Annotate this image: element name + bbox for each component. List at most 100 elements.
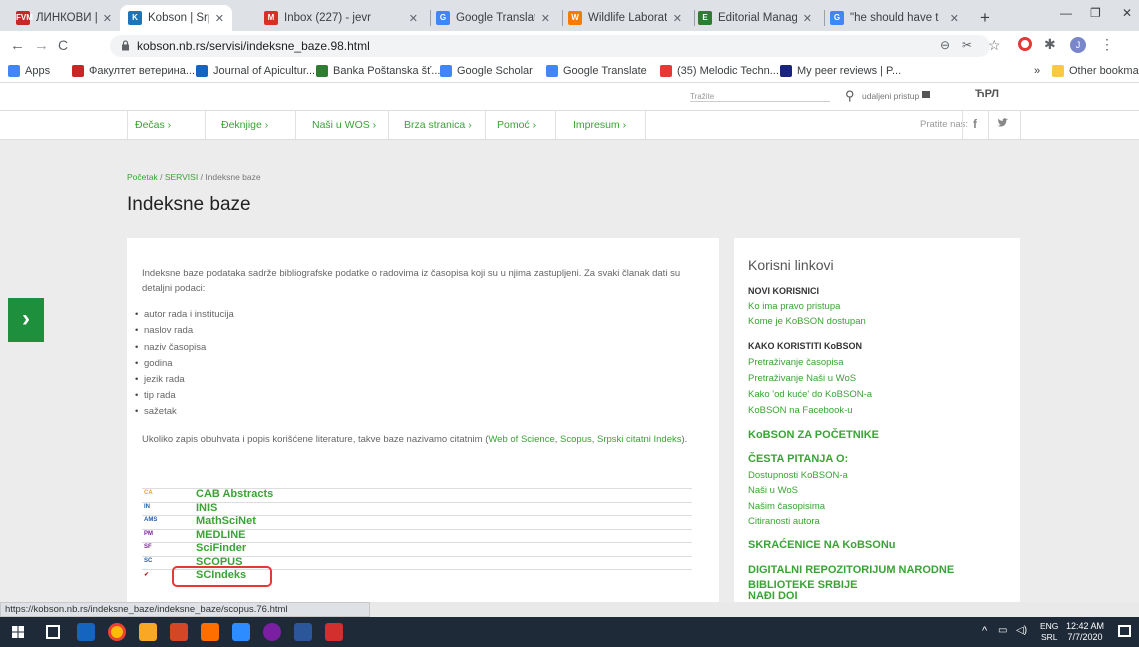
breadcrumb-home[interactable]: Početak: [127, 172, 158, 182]
network-icon[interactable]: ▭: [998, 625, 1007, 636]
tab-close-icon[interactable]: ✕: [803, 12, 812, 25]
new-tab-button[interactable]: +: [980, 8, 990, 28]
browser-tab[interactable]: G "he should have t ✕: [822, 5, 967, 31]
viber-icon[interactable]: [263, 623, 281, 641]
browser-tab[interactable]: M Inbox (227) - jevr ✕: [256, 5, 426, 31]
forward-icon[interactable]: →: [34, 38, 50, 54]
database-link[interactable]: INIS: [196, 502, 217, 514]
bookmark-item[interactable]: (35) Melodic Techn...: [660, 65, 779, 77]
bookmark-item[interactable]: Banka Poštanska šť...: [316, 65, 440, 77]
window-maximize-button[interactable]: ❐: [1090, 6, 1101, 20]
bookmark-item[interactable]: Google Translate: [546, 65, 647, 77]
link-pretrazivanje-casopisa[interactable]: Pretraživanje časopisa: [748, 357, 844, 368]
browser-tab[interactable]: W Wildlife Laborator ✕: [560, 5, 690, 31]
tab-close-icon[interactable]: ✕: [950, 12, 959, 25]
sidebar-toggle-button[interactable]: ›: [8, 298, 44, 342]
link-za-pocetnike[interactable]: KoBSON ZA POČETNIKE: [748, 429, 879, 441]
profile-avatar[interactable]: J: [1070, 37, 1086, 53]
link-facebook[interactable]: KoBSON na Facebook-u: [748, 405, 853, 416]
task-view-icon[interactable]: [46, 625, 60, 639]
database-link[interactable]: MEDLINE: [196, 529, 246, 541]
nav-item-impresum[interactable]: Impresum ›: [573, 119, 626, 131]
window-minimize-button[interactable]: —: [1060, 6, 1072, 20]
tab-close-icon[interactable]: ✕: [409, 12, 418, 25]
powerpoint-icon[interactable]: [170, 623, 188, 641]
other-bookmarks[interactable]: Other bookmarks: [1052, 65, 1139, 77]
citation-link-sci[interactable]: Srpski citatni Indeks: [597, 434, 681, 445]
tab-close-icon[interactable]: ✕: [673, 12, 682, 25]
link-dostupnosti[interactable]: Dostupnosti KoBSON-a: [748, 470, 848, 481]
tab-close-icon[interactable]: ✕: [215, 12, 224, 25]
bookmark-item[interactable]: My peer reviews | P...: [780, 65, 901, 77]
acrobat-icon[interactable]: [325, 623, 343, 641]
link-nadji-doi[interactable]: NAĐI DOI: [748, 590, 798, 602]
chrome-icon[interactable]: [108, 623, 126, 641]
site-search-input[interactable]: Tražite: [690, 92, 830, 102]
nav-item-knjige[interactable]: Đeknjige ›: [221, 119, 268, 131]
tab-close-icon[interactable]: ✕: [541, 12, 550, 25]
volume-icon[interactable]: ◁): [1016, 625, 1027, 636]
link-nasim-casopisima[interactable]: Našim časopisima: [748, 501, 825, 512]
database-row[interactable]: SF SciFinder: [142, 542, 692, 555]
clock[interactable]: 12:42 AM 7/7/2020: [1063, 621, 1107, 643]
menu-icon[interactable]: ⋮: [1100, 36, 1114, 53]
zoom-icon[interactable]: ⊖: [940, 38, 950, 52]
login-icon[interactable]: [922, 91, 930, 98]
tools-icon[interactable]: [201, 623, 219, 641]
url-text[interactable]: kobson.nb.rs/servisi/indeksne_baze.98.ht…: [137, 39, 370, 53]
citation-link-wos[interactable]: Web of Science: [488, 434, 554, 445]
word-icon[interactable]: [294, 623, 312, 641]
language-indicator[interactable]: ENG SRL: [1040, 621, 1058, 643]
search-icon[interactable]: ⚲: [845, 88, 855, 104]
link-citiranosti[interactable]: Citiranosti autora: [748, 516, 820, 527]
bookmark-item[interactable]: Google Scholar: [440, 65, 533, 77]
reload-icon[interactable]: C: [58, 37, 74, 53]
link-skracenice[interactable]: SKRAĆENICE NA KoBSONu: [748, 539, 896, 551]
link-od-kuce[interactable]: Kako 'od kuće' do KoBSON-a: [748, 389, 872, 400]
link-kome-dostupan[interactable]: Kome je KoBSON dostupan: [748, 316, 866, 327]
file-explorer-icon[interactable]: [139, 623, 157, 641]
bookmarks-overflow-button[interactable]: »: [1034, 65, 1040, 77]
database-row[interactable]: IN INIS: [142, 501, 692, 515]
database-link[interactable]: SciFinder: [196, 542, 246, 554]
database-link[interactable]: MathSciNet: [196, 515, 256, 527]
database-row[interactable]: CA CAB Abstracts: [142, 488, 692, 501]
browser-tab[interactable]: E Editorial Manager ✕: [690, 5, 820, 31]
nav-item-brza-stranica[interactable]: Brza stranica ›: [404, 119, 472, 131]
opera-icon[interactable]: [1018, 37, 1032, 51]
breadcrumb-section[interactable]: SERVISI: [165, 172, 198, 182]
tray-chevron-icon[interactable]: ^: [982, 625, 987, 637]
app-icon-generic[interactable]: [77, 623, 95, 641]
remote-access-link[interactable]: udaljeni pristup: [862, 91, 919, 101]
link-pretrazivanje-wos[interactable]: Pretraživanje Naši u WoS: [748, 373, 856, 384]
link-repozitorijum[interactable]: DIGITALNI REPOZITORIJUM NARODNE: [748, 564, 954, 576]
window-close-button[interactable]: ✕: [1122, 6, 1132, 20]
notification-icon[interactable]: [1118, 625, 1131, 637]
extension-icon[interactable]: ✂: [962, 38, 972, 52]
language-link[interactable]: ЋРЛ: [975, 88, 999, 100]
database-link[interactable]: CAB Abstracts: [196, 488, 273, 500]
browser-tab[interactable]: G Google Translate ✕: [428, 5, 558, 31]
database-row[interactable]: PM MEDLINE: [142, 528, 692, 542]
facebook-icon[interactable]: f: [973, 117, 977, 131]
bookmark-item[interactable]: Факултет ветерина...: [72, 65, 195, 77]
bookmark-item[interactable]: Apps: [8, 65, 50, 77]
extensions-icon[interactable]: ✱: [1044, 36, 1056, 53]
back-icon[interactable]: ←: [10, 38, 26, 54]
tab-close-icon[interactable]: ✕: [103, 12, 112, 25]
twitter-icon[interactable]: [997, 117, 1009, 129]
browser-tab[interactable]: K Kobson | Srpski | I ✕: [120, 5, 232, 31]
nav-item-nasi-u-wos[interactable]: Naši u WOS ›: [312, 119, 376, 131]
nav-item-pomoc[interactable]: Pomoć ›: [497, 119, 536, 131]
zoom-app-icon[interactable]: [232, 623, 250, 641]
database-row[interactable]: AMS MathSciNet: [142, 515, 692, 528]
link-ko-ima-pravo[interactable]: Ko ima pravo pristupa: [748, 301, 840, 312]
nav-item-casopisi[interactable]: Đečas ›: [135, 119, 171, 131]
link-nasi-u-wos[interactable]: Naši u WoS: [748, 485, 798, 496]
windows-start-icon[interactable]: [12, 626, 24, 638]
browser-tab[interactable]: FVMЛИНКОВИ | ФВМ ✕: [8, 5, 120, 31]
bookmark-item[interactable]: Journal of Apicultur...: [196, 65, 315, 77]
star-icon[interactable]: ☆: [988, 37, 1001, 54]
citation-link-scopus[interactable]: Scopus: [560, 434, 592, 445]
lock-icon[interactable]: [121, 40, 130, 51]
